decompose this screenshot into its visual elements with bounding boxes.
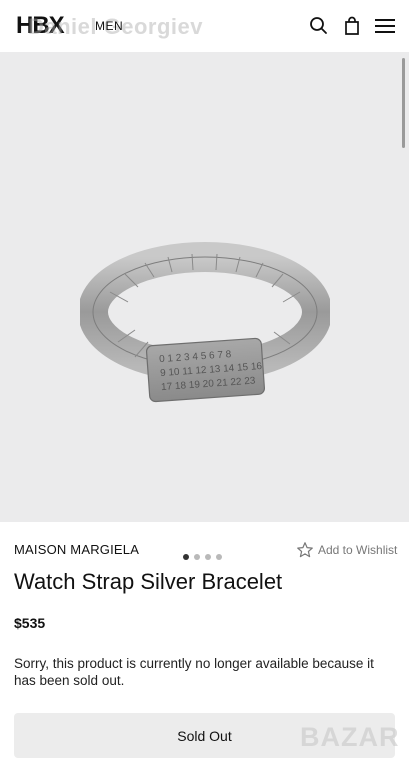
product-image-gallery[interactable]: 0 1 2 3 4 5 6 7 8 9 10 11 12 13 14 15 16…: [0, 52, 409, 560]
carousel-dot[interactable]: [183, 554, 189, 560]
sold-out-notice: Sorry, this product is currently no long…: [14, 656, 374, 688]
header: HBX Daniel Georgiev MEN: [0, 0, 409, 52]
bazar-watermark-text: BAZAR: [300, 722, 400, 752]
bazar-watermark: BAZAR: [300, 718, 400, 758]
product-title: Watch Strap Silver Bracelet: [14, 569, 283, 594]
product-price: $535: [14, 615, 46, 631]
search-icon[interactable]: [308, 15, 330, 37]
add-to-wishlist-button[interactable]: Add to Wishlist: [296, 541, 397, 559]
brand-name[interactable]: MAISON MARGIELA: [14, 542, 139, 557]
carousel-dot[interactable]: [205, 554, 211, 560]
carousel-dots: [183, 554, 222, 562]
carousel-dot[interactable]: [194, 554, 200, 560]
shopping-bag-icon[interactable]: [341, 15, 363, 37]
hamburger-menu-icon[interactable]: [373, 15, 397, 37]
bracelet-image: 0 1 2 3 4 5 6 7 8 9 10 11 12 13 14 15 16…: [80, 242, 330, 403]
carousel-dot[interactable]: [216, 554, 222, 560]
star-icon: [297, 542, 313, 558]
gender-switch-men[interactable]: MEN: [95, 19, 123, 33]
scrollbar[interactable]: [402, 58, 405, 148]
wishlist-label: Add to Wishlist: [318, 543, 398, 557]
